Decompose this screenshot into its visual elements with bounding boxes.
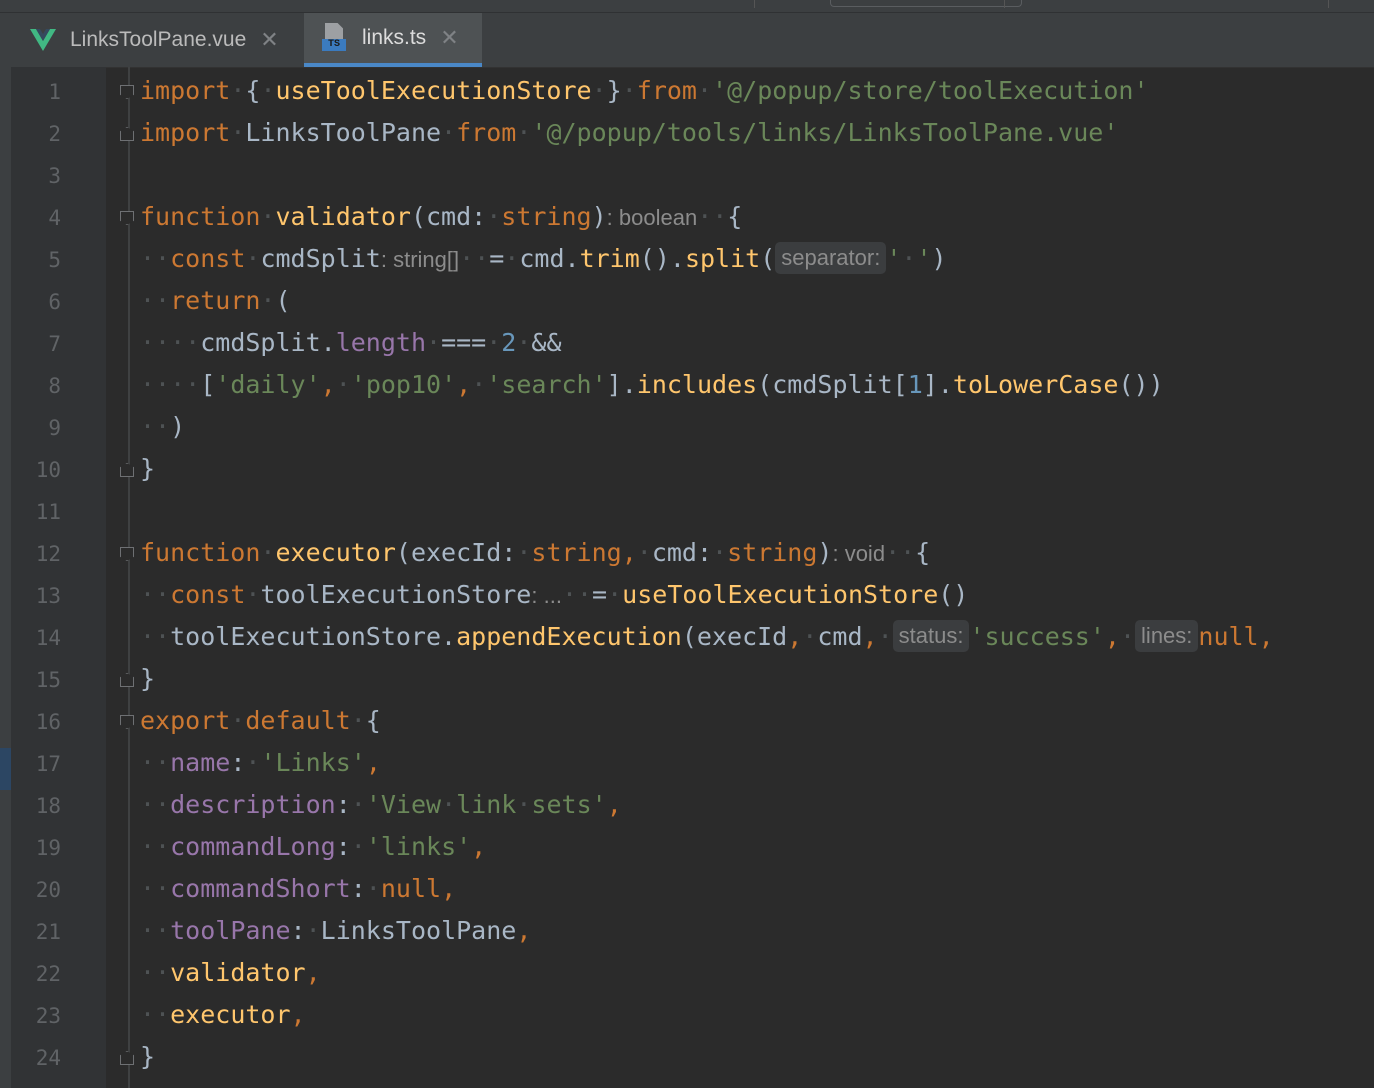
type-hint: : string[] [380, 247, 460, 272]
code-line: ····['daily',·'pop10',·'search'].include… [140, 370, 1164, 399]
line-number: 4 [48, 206, 61, 230]
line-number: 16 [35, 710, 61, 734]
line-number: 8 [48, 374, 61, 398]
code-line: ····cmdSplit.length·===·2·&& [140, 328, 562, 357]
type-hint: : boolean [606, 205, 698, 230]
line-number: 15 [35, 668, 61, 692]
type-hint: : void [832, 541, 886, 566]
code-line: ··name:·'Links', [140, 748, 381, 777]
tab-label: LinksToolPane.vue [70, 28, 247, 51]
code-line: ··) [140, 412, 186, 441]
toolbar-separator [1004, 0, 1005, 8]
code-line: function·executor(execId:·string,·cmd:·s… [140, 538, 931, 567]
fold-marker-icon[interactable] [120, 673, 134, 687]
line-number: 3 [48, 164, 61, 188]
fold-marker-icon[interactable] [120, 85, 134, 99]
fold-marker-icon[interactable] [120, 547, 134, 561]
editor-tab-bar: LinksToolPane.vue ✕ TS links.ts ✕ [0, 13, 1374, 68]
tab-linkstoolpane-vue[interactable]: LinksToolPane.vue ✕ [14, 13, 304, 67]
code-line: ··commandLong:·'links', [140, 832, 487, 861]
fold-marker-icon[interactable] [120, 127, 134, 141]
line-number: 9 [48, 416, 61, 440]
code-line: import·LinksToolPane·from·'@/popup/tools… [140, 118, 1119, 147]
vue-file-icon [30, 29, 56, 51]
line-number-gutter: 1 2 3 4 5 6 7 8 9 10 11 12 13 14 15 16 1… [11, 67, 106, 1088]
line-number: 5 [48, 248, 61, 272]
line-number: 13 [35, 584, 61, 608]
line-number: 2 [48, 122, 61, 146]
line-number: 23 [35, 1004, 61, 1028]
close-tab-icon[interactable]: ✕ [440, 25, 458, 51]
line-number: 12 [35, 542, 61, 566]
line-number: 19 [35, 836, 61, 860]
fold-marker-icon[interactable] [120, 1051, 134, 1065]
code-line: } [140, 454, 156, 483]
code-editor[interactable]: import·{·useToolExecutionStore·}·from·'@… [136, 67, 1374, 1088]
code-line: ··return·( [140, 286, 291, 315]
line-number: 7 [48, 332, 61, 356]
line-number: 22 [35, 962, 61, 986]
line-number: 11 [35, 500, 61, 524]
code-line: } [140, 1042, 156, 1071]
code-line: export·default·{ [140, 706, 381, 735]
code-line: ··description:·'View·link·sets', [140, 790, 622, 819]
code-line: ··toolPane:·LinksToolPane, [140, 916, 532, 945]
line-number: 17 [35, 752, 61, 776]
code-line: ··const·toolExecutionStore: ...··=·useTo… [140, 580, 969, 609]
code-line: ··commandShort:·null, [140, 874, 457, 903]
type-hint: : ... [531, 583, 562, 608]
line-number: 20 [35, 878, 61, 902]
code-line: import·{·useToolExecutionStore·}·from·'@… [140, 76, 1149, 105]
line-number: 14 [35, 626, 61, 650]
toolbar-separator [754, 0, 755, 8]
line-number: 1 [48, 80, 61, 104]
close-tab-icon[interactable]: ✕ [260, 27, 278, 53]
parameter-hint: separator: [775, 242, 887, 274]
toolbar-separator [1328, 0, 1329, 8]
line-number: 24 [35, 1046, 61, 1070]
code-line: function·validator(cmd:·string): boolean… [140, 202, 743, 231]
line-number: 21 [35, 920, 61, 944]
parameter-hint: lines: [1135, 620, 1199, 652]
line-number: 10 [35, 458, 61, 482]
tab-links-ts[interactable]: TS links.ts ✕ [304, 13, 482, 67]
window-top-strip [0, 0, 1374, 13]
tab-label: links.ts [362, 26, 427, 49]
code-line: ··const·cmdSplit: string[]··=·cmd.trim()… [140, 242, 947, 274]
fold-markers [106, 67, 136, 1088]
typescript-file-icon: TS [322, 23, 348, 53]
code-line: } [140, 664, 156, 693]
bookmark-marker [0, 748, 11, 790]
line-number: 6 [48, 290, 61, 314]
fold-marker-icon[interactable] [120, 715, 134, 729]
code-line: ··validator, [140, 958, 321, 987]
code-line: ··toolExecutionStore.appendExecution(exe… [140, 620, 1274, 652]
parameter-hint: status: [892, 620, 970, 652]
code-line: ··executor, [140, 1000, 306, 1029]
line-number: 18 [35, 794, 61, 818]
editor-left-border [0, 67, 11, 1088]
fold-marker-icon[interactable] [120, 463, 134, 477]
fold-marker-icon[interactable] [120, 211, 134, 225]
toolbar-control-edge[interactable] [830, 0, 1022, 7]
